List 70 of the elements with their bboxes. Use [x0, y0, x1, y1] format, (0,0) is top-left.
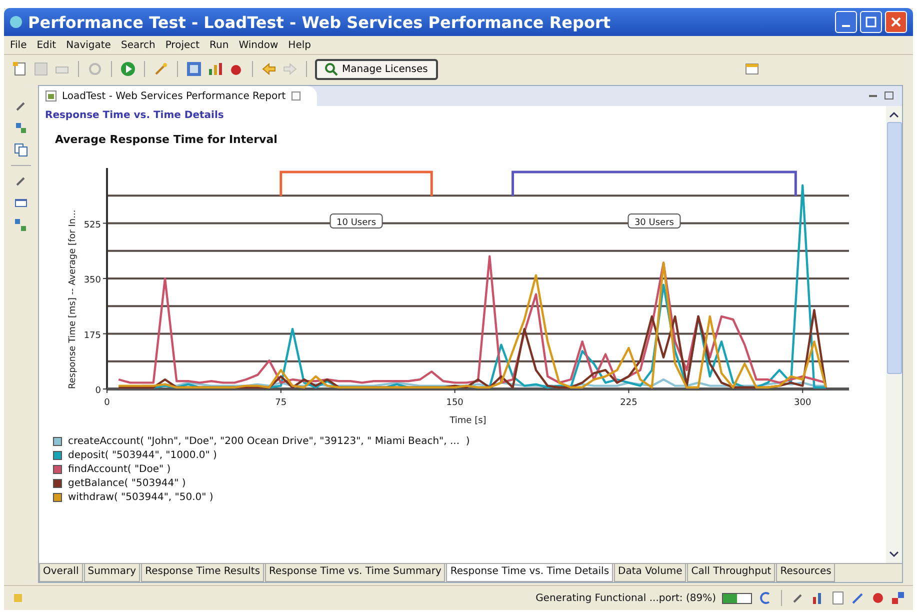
search-icon — [325, 62, 338, 76]
menu-item[interactable]: Navigate — [66, 40, 111, 50]
menu-item[interactable]: Search — [120, 40, 156, 50]
menu-item[interactable]: Run — [210, 40, 229, 50]
status-text: Generating Functional ...port: (89%) — [536, 592, 716, 604]
x-axis-title: Time [s] — [450, 416, 486, 426]
close-icon — [890, 16, 902, 28]
menu-item[interactable]: Edit — [36, 40, 56, 50]
window-title: Performance Test - LoadTest - Web Services Performance Report — [28, 12, 610, 32]
maximize-icon — [865, 16, 877, 28]
legend-label: withdraw( "503944", "50.0" ) — [68, 492, 214, 503]
minimize-button[interactable] — [835, 11, 857, 33]
menu-item[interactable]: Project — [165, 40, 200, 50]
y-tick-label: 175 — [84, 330, 101, 341]
scroll-thumb[interactable] — [886, 122, 902, 374]
chart-title: Average Response Time for Interval — [55, 133, 278, 146]
legend-label: getBalance( "503944" ) — [68, 478, 186, 489]
report-icon — [45, 90, 57, 102]
chart-icon[interactable] — [186, 61, 202, 77]
report-tab[interactable]: Response Time vs. Time Details — [446, 564, 614, 582]
vertical-scrollbar[interactable] — [886, 106, 902, 563]
report-tab[interactable]: Overall — [39, 564, 83, 582]
legend-label: deposit( "503944", "1000.0" ) — [68, 450, 217, 461]
range-label-background — [628, 214, 681, 228]
close-icon[interactable] — [290, 91, 301, 101]
chart-icon[interactable] — [207, 61, 223, 77]
copy-icon[interactable] — [14, 143, 28, 157]
maximize-icon[interactable] — [884, 91, 896, 101]
report-tab[interactable]: Resources — [776, 564, 836, 582]
x-tick-label: 150 — [446, 398, 464, 408]
y-axis-title: Response Time [ms] -- Average [for In... — [68, 210, 78, 389]
minimize-icon — [842, 25, 850, 27]
editor-tab[interactable]: LoadTest - Web Services Performance Report — [39, 86, 317, 106]
report-tab[interactable]: Response Time vs. Time Summary — [265, 564, 446, 582]
tree-icon[interactable] — [14, 121, 28, 135]
network-icon[interactable] — [891, 591, 905, 605]
menu-item[interactable]: File — [10, 40, 27, 50]
menu-item[interactable]: Help — [288, 40, 311, 50]
report-tab[interactable]: Data Volume — [614, 564, 686, 582]
range-label: 10 Users — [336, 218, 376, 228]
scroll-down-icon[interactable] — [888, 549, 900, 559]
perspective-icon[interactable] — [744, 61, 760, 77]
maximize-button[interactable] — [860, 11, 882, 33]
app-icon — [10, 16, 22, 28]
manage-licenses-button[interactable]: Manage Licenses — [315, 58, 438, 80]
back-arrow-icon[interactable] — [261, 61, 277, 77]
x-tick-label: 0 — [104, 398, 110, 408]
scroll-up-icon[interactable] — [888, 110, 900, 120]
y-tick-label: 525 — [84, 220, 101, 230]
x-tick-label: 225 — [620, 398, 638, 408]
close-button[interactable] — [885, 11, 907, 33]
document-icon[interactable] — [831, 591, 845, 605]
x-tick-label: 300 — [794, 398, 812, 408]
legend-label: createAccount( "John", "Doe", "200 Ocean Drive", "39123", " Miami Beach", ... ) — [68, 436, 470, 447]
tree-icon[interactable] — [14, 218, 28, 232]
legend-label: findAccount( "Doe" ) — [68, 464, 171, 475]
report-heading: Response Time vs. Time Details — [45, 110, 225, 121]
new-file-icon[interactable] — [12, 61, 28, 77]
report-tab[interactable]: Summary — [84, 564, 140, 582]
menu-item[interactable]: Window — [238, 40, 278, 50]
run-icon[interactable] — [120, 61, 136, 77]
range-label: 30 Users — [634, 218, 674, 228]
report-tab[interactable]: Call Throughput — [687, 564, 776, 582]
report-tab[interactable]: Response Time Results — [141, 564, 264, 582]
sync-icon[interactable] — [758, 591, 772, 605]
y-tick-label: 0 — [95, 386, 101, 396]
range-label-background — [330, 214, 383, 228]
console-icon[interactable] — [14, 196, 28, 210]
y-tick-label: 350 — [84, 276, 101, 286]
x-tick-label: 75 — [275, 398, 287, 408]
